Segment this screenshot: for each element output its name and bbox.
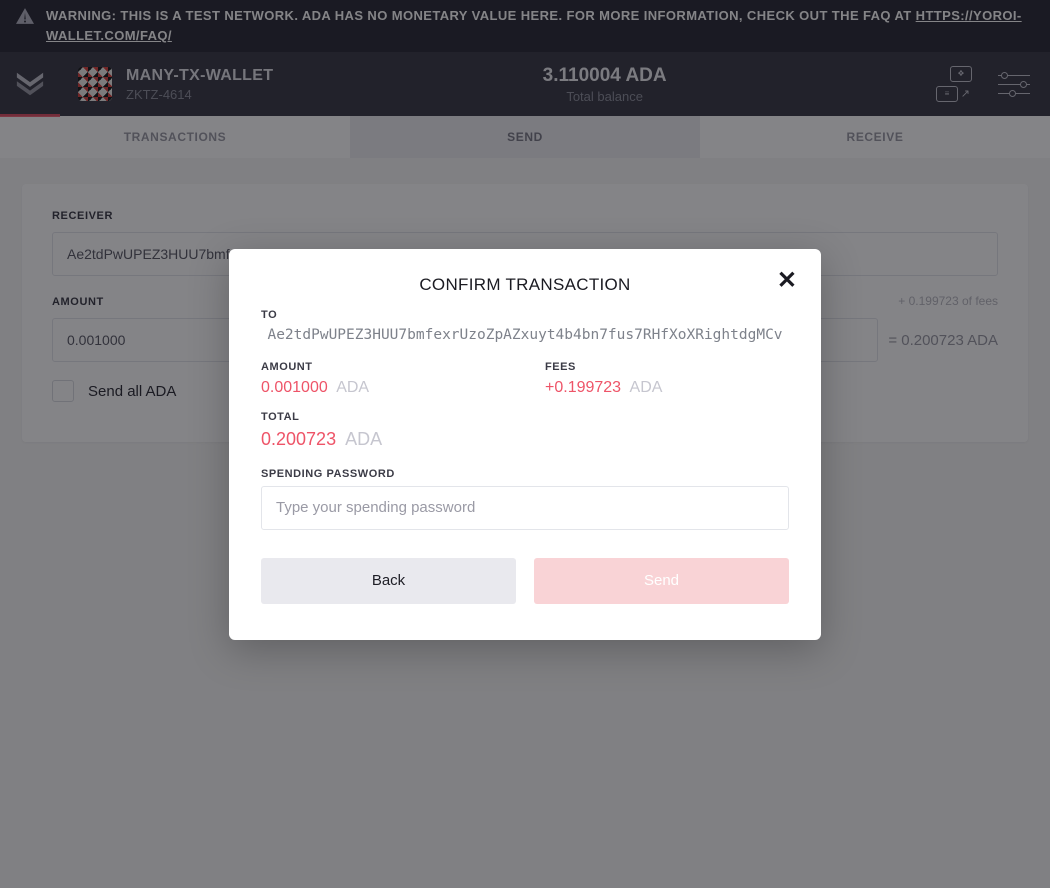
spending-password-input[interactable] — [261, 486, 789, 530]
modal-to-label: TO — [261, 309, 789, 321]
send-button[interactable]: Send — [534, 558, 789, 604]
modal-fees-value: +0.199723 — [545, 379, 621, 396]
modal-action-row: Back Send — [261, 558, 789, 604]
spending-password-label: SPENDING PASSWORD — [261, 468, 789, 480]
modal-amount-unit: ADA — [336, 379, 369, 396]
close-icon: ✕ — [777, 267, 797, 294]
modal-total-label: TOTAL — [261, 411, 789, 423]
modal-total-block: TOTAL 0.200723 ADA — [261, 411, 789, 450]
modal-fees-block: FEES +0.199723 ADA — [545, 361, 789, 397]
confirm-transaction-modal: CONFIRM TRANSACTION ✕ TO Ae2tdPwUPEZ3HUU… — [229, 249, 821, 640]
modal-fees-label: FEES — [545, 361, 789, 373]
modal-to-address: Ae2tdPwUPEZ3HUU7bmfexrUzoZpAZxuyt4b4bn7f… — [261, 327, 789, 343]
modal-title: CONFIRM TRANSACTION — [261, 275, 789, 295]
modal-amount-block: AMOUNT 0.001000 ADA — [261, 361, 505, 397]
modal-total-value: 0.200723 — [261, 429, 336, 449]
modal-overlay[interactable]: CONFIRM TRANSACTION ✕ TO Ae2tdPwUPEZ3HUU… — [0, 0, 1050, 888]
modal-amount-label: AMOUNT — [261, 361, 505, 373]
close-button[interactable]: ✕ — [777, 269, 797, 293]
modal-amount-value: 0.001000 — [261, 379, 328, 396]
back-button[interactable]: Back — [261, 558, 516, 604]
modal-fees-unit: ADA — [630, 379, 663, 396]
modal-total-unit: ADA — [345, 429, 382, 449]
